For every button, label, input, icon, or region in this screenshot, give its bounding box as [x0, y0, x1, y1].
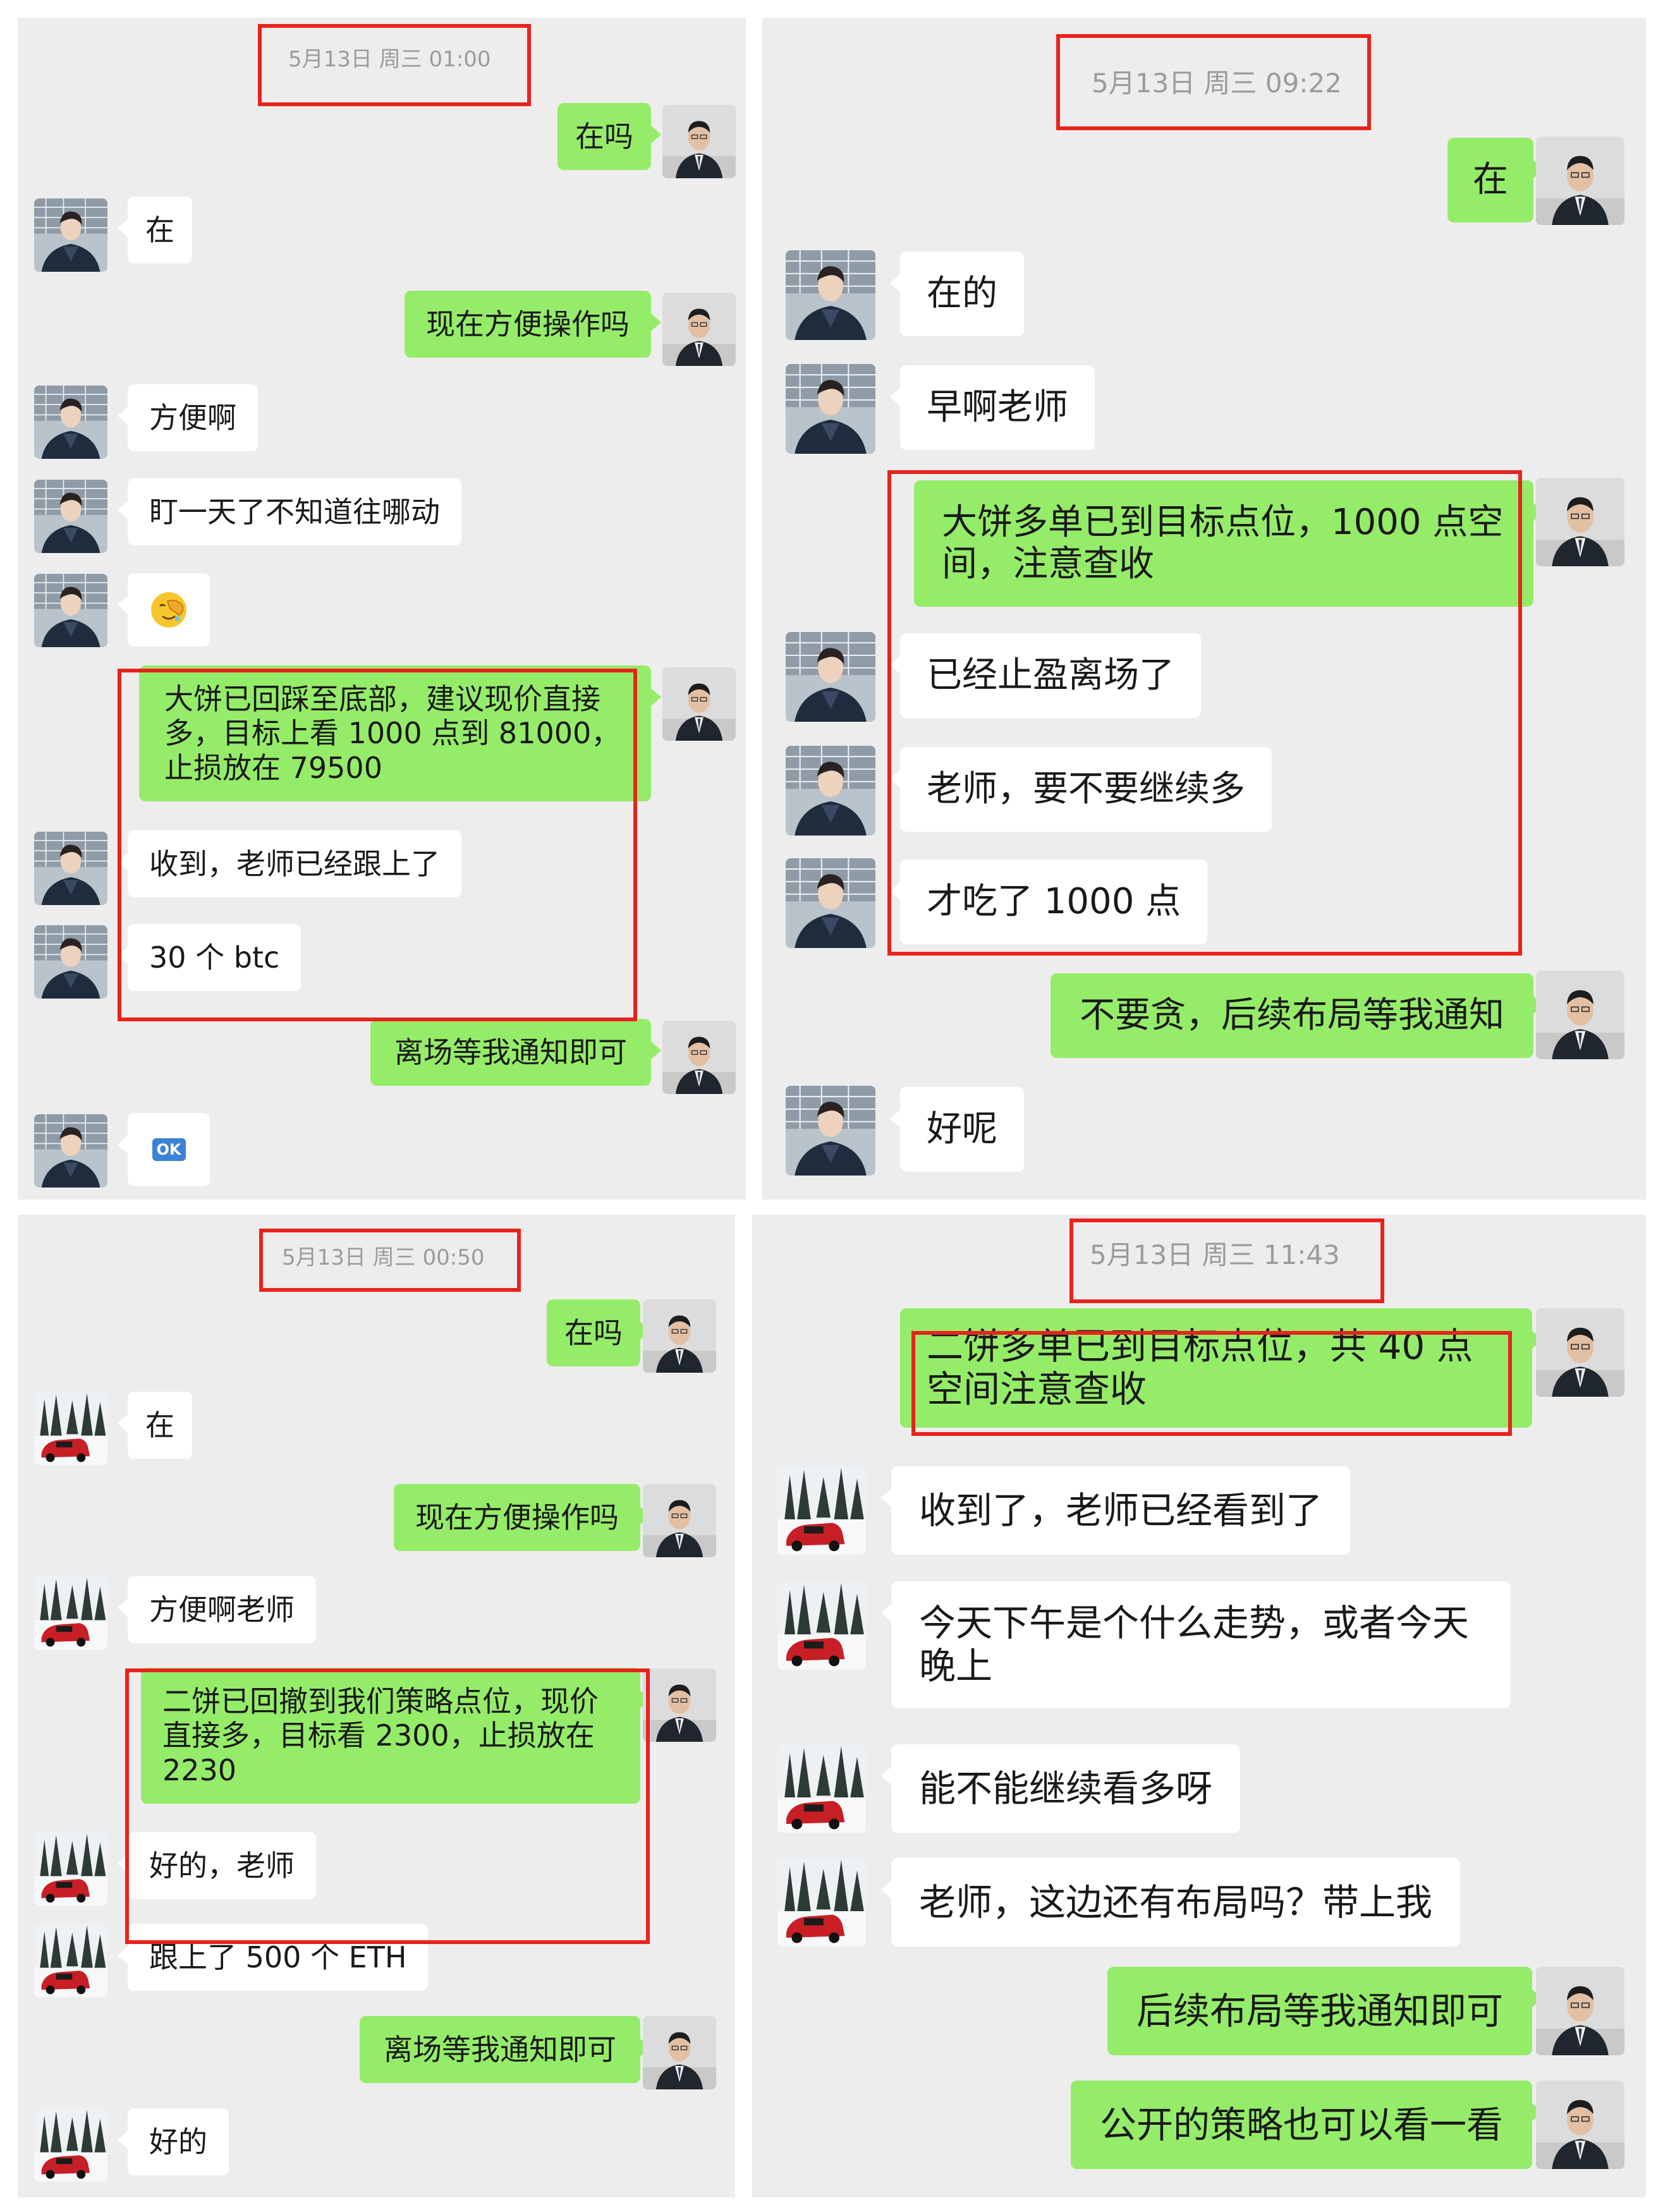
message-bubble[interactable]: 公开的策略也可以看一看 [1070, 2081, 1543, 2170]
ok-emoji-message[interactable]: OK [118, 1113, 210, 1186]
ok-emoji-icon: OK [152, 1138, 186, 1161]
teacher-avatar[interactable] [1536, 1967, 1624, 2055]
teacher-avatar[interactable] [662, 105, 736, 178]
message-bubble[interactable]: 二饼已回撤到我们策略点位，现价直接多，目标看 2300，止损放在 2230 [141, 1668, 650, 1804]
message-bubble[interactable]: 离场等我通知即可 [370, 1019, 661, 1086]
teacher-avatar[interactable] [662, 1021, 736, 1094]
teacher-avatar[interactable] [1536, 137, 1624, 225]
user-avatar[interactable] [777, 1744, 866, 1833]
user-avatar[interactable] [777, 1581, 866, 1670]
message-bubble[interactable]: 现在方便操作吗 [394, 1484, 650, 1552]
message-bubble[interactable]: 大饼已回踩至底部，建议现价直接多，目标上看 1000 点到 81000，止损放在… [139, 665, 661, 801]
message-bubble[interactable]: 能不能继续看多呀 [880, 1744, 1241, 1833]
user-avatar[interactable] [777, 1858, 866, 1947]
message-bubble[interactable]: 收到了，老师已经看到了 [880, 1466, 1351, 1555]
user-avatar[interactable] [34, 925, 107, 999]
message-bubble[interactable]: 方便啊老师 [118, 1576, 316, 1644]
user-avatar[interactable] [34, 480, 107, 553]
message-bubble[interactable]: 在的 [890, 252, 1024, 337]
message-bubble[interactable]: 早啊老师 [890, 365, 1095, 451]
user-avatar[interactable] [786, 746, 875, 836]
message-bubble[interactable]: 在吗 [547, 1299, 650, 1367]
message-bubble[interactable]: 不要贪，后续布局等我通知 [1051, 973, 1544, 1059]
message-bubble[interactable]: 离场等我通知即可 [360, 2016, 650, 2084]
user-avatar[interactable] [34, 1576, 107, 1650]
teacher-avatar[interactable] [643, 1299, 716, 1373]
user-avatar[interactable] [34, 1114, 107, 1188]
timestamp: 5月13日 周三 01:00 [288, 47, 491, 72]
user-avatar[interactable] [786, 364, 875, 454]
emoji-message[interactable] [118, 573, 210, 647]
message-bubble[interactable]: 在 [1447, 138, 1544, 223]
user-avatar[interactable] [34, 832, 107, 905]
teacher-avatar[interactable] [662, 293, 736, 366]
user-avatar[interactable] [786, 250, 875, 340]
message-bubble[interactable]: 盯一天了不知道往哪动 [118, 478, 461, 546]
chat-panel-4: 5月13日 周三 11:43 二饼多单已到目标点位，共 40 点空间注意查收 收… [752, 1215, 1646, 2197]
message-bubble[interactable]: 已经止盈离场了 [890, 633, 1201, 719]
teacher-avatar[interactable] [1536, 478, 1624, 566]
message-bubble[interactable]: 在 [118, 1392, 192, 1459]
chat-panel-3: 5月13日 周三 00:50 在吗 在 现在方便操作吗 方便啊老师 二饼已回撤到… [18, 1215, 735, 2197]
message-bubble[interactable]: 30 个 btc [117, 924, 302, 992]
user-avatar[interactable] [34, 1832, 107, 1905]
message-bubble[interactable]: 好的 [118, 2108, 229, 2176]
message-bubble[interactable]: 才吃了 1000 点 [889, 860, 1208, 945]
teacher-avatar[interactable] [1536, 1308, 1624, 1397]
user-avatar[interactable] [786, 632, 875, 722]
message-bubble[interactable]: 二饼多单已到目标点位，共 40 点空间注意查收 [900, 1308, 1542, 1428]
teacher-avatar[interactable] [643, 1484, 716, 1557]
message-bubble[interactable]: 方便啊 [118, 384, 258, 452]
message-bubble[interactable]: 跟上了 500 个 ETH [117, 1924, 429, 1991]
user-avatar[interactable] [777, 1466, 866, 1555]
user-avatar[interactable] [786, 858, 875, 948]
teacher-avatar[interactable] [1536, 971, 1624, 1059]
message-bubble[interactable]: 好呢 [890, 1087, 1024, 1172]
teacher-avatar[interactable] [1536, 2081, 1624, 2169]
user-avatar[interactable] [34, 386, 107, 459]
chat-panel-2: 5月13日 周三 09:22 在 在的 早啊老师 大饼多单已到目标点位，1000… [762, 18, 1646, 1200]
user-avatar[interactable] [34, 2108, 107, 2182]
timestamp: 5月13日 周三 11:43 [1090, 1239, 1340, 1270]
message-bubble[interactable]: 在 [118, 197, 192, 264]
facepalm-emoji-icon [151, 592, 186, 628]
message-bubble[interactable]: 今天下午是个什么走势，或者今天晚上 [881, 1581, 1511, 1708]
message-bubble[interactable]: 好的，老师 [118, 1832, 316, 1900]
message-bubble[interactable]: 老师，要不要继续多 [890, 747, 1272, 832]
user-avatar[interactable] [34, 1392, 107, 1465]
user-avatar[interactable] [786, 1086, 875, 1176]
message-bubble[interactable]: 现在方便操作吗 [405, 291, 661, 358]
timestamp: 5月13日 周三 00:50 [282, 1245, 485, 1270]
message-bubble[interactable]: 收到，老师已经跟上了 [118, 830, 461, 898]
teacher-avatar[interactable] [643, 1668, 716, 1742]
chat-panel-1: 5月13日 周三 01:00 在吗 在 现在方便操作吗 方便啊 盯一天了不知道往… [18, 18, 746, 1200]
message-bubble[interactable]: 后续布局等我通知即可 [1107, 1967, 1543, 2056]
teacher-avatar[interactable] [643, 2016, 716, 2089]
user-avatar[interactable] [34, 1924, 107, 1997]
message-bubble[interactable]: 在吗 [557, 103, 661, 171]
message-bubble[interactable]: 大饼多单已到目标点位，1000 点空间，注意查收 [914, 480, 1544, 607]
timestamp: 5月13日 周三 09:22 [1092, 68, 1342, 99]
teacher-avatar[interactable] [662, 667, 736, 741]
user-avatar[interactable] [34, 198, 107, 272]
user-avatar[interactable] [34, 574, 107, 647]
message-bubble[interactable]: 老师，这边还有布局吗？带上我 [880, 1858, 1461, 1947]
